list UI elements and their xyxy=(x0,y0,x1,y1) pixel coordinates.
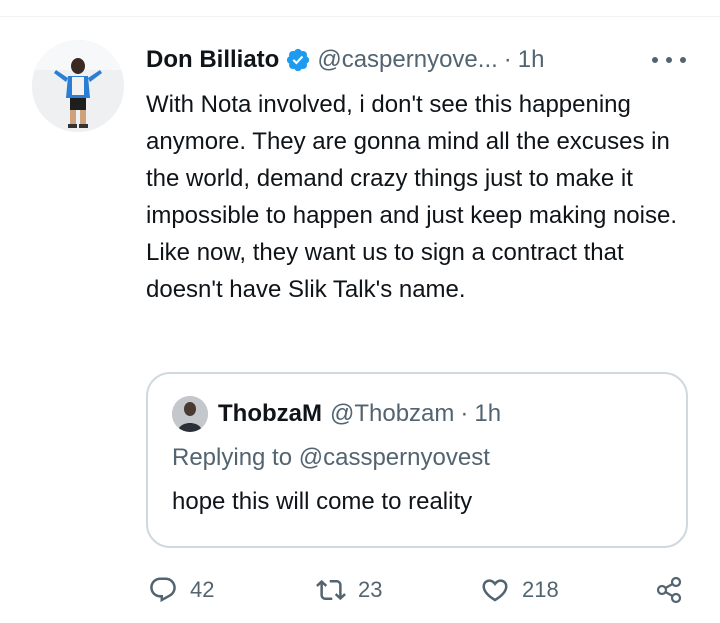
verified-badge-icon xyxy=(285,47,311,73)
quoted-tweet[interactable]: ThobzaM @Thobzam · 1h Replying to @cassp… xyxy=(146,372,688,548)
like-button[interactable]: 218 xyxy=(480,570,559,610)
quoted-tweet-timestamp[interactable]: 1h xyxy=(474,400,501,428)
more-options-icon[interactable] xyxy=(652,50,686,70)
replying-prefix: Replying to xyxy=(172,444,293,471)
heart-icon xyxy=(480,575,510,605)
separator-dot: · xyxy=(460,400,469,427)
top-divider xyxy=(0,16,720,17)
tweet-timestamp[interactable]: 1h xyxy=(518,46,545,74)
author-handle[interactable]: @caspernyove... xyxy=(317,46,497,74)
quoted-tweet-header: ThobzaM @Thobzam · 1h xyxy=(218,396,501,432)
reply-icon xyxy=(148,575,178,605)
retweet-count: 23 xyxy=(358,577,383,602)
separator-dot: · xyxy=(503,46,512,73)
reply-button[interactable]: 42 xyxy=(148,570,214,610)
replying-to-mention[interactable]: @casspernyovest xyxy=(299,444,490,471)
like-count: 218 xyxy=(522,577,559,602)
tweet-actions-bar: 42 23 218 xyxy=(146,570,696,610)
author-name[interactable]: Don Billiato xyxy=(146,46,279,74)
quoted-author-name[interactable]: ThobzaM xyxy=(218,400,322,428)
quoted-tweet-text: hope this will come to reality xyxy=(172,488,473,515)
more-dot xyxy=(666,57,672,63)
quoted-author-handle[interactable]: @Thobzam xyxy=(330,400,454,428)
retweet-icon xyxy=(316,575,346,605)
tweet-header: Don Billiato @caspernyove... · 1h xyxy=(146,42,544,78)
author-avatar[interactable] xyxy=(32,40,124,132)
more-dot xyxy=(680,57,686,63)
tweet-text: With Nota involved, i don't see this hap… xyxy=(146,91,677,303)
share-button[interactable] xyxy=(654,570,684,610)
retweet-button[interactable]: 23 xyxy=(316,570,382,610)
share-icon xyxy=(654,575,684,605)
reply-count: 42 xyxy=(190,577,215,602)
replying-to-line: Replying to @casspernyovest xyxy=(172,444,490,472)
quoted-author-avatar[interactable] xyxy=(172,396,208,432)
more-dot xyxy=(652,57,658,63)
